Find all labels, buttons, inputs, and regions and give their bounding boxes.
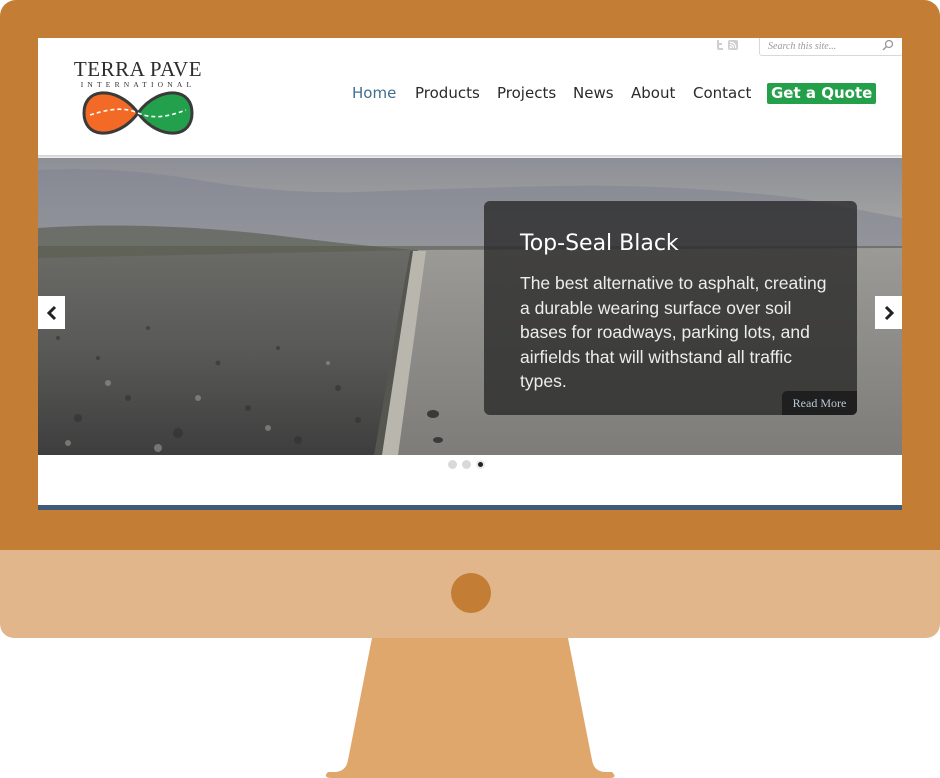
slider-next-button[interactable] xyxy=(875,296,902,329)
nav-contact[interactable]: Contact xyxy=(693,82,751,104)
slide-caption: Top-Seal Black The best alternative to a… xyxy=(484,201,857,415)
search-box xyxy=(759,38,902,56)
nav-projects[interactable]: Projects xyxy=(497,82,556,104)
chevron-left-icon xyxy=(46,305,56,320)
power-button xyxy=(451,573,491,613)
main-nav: Home Products Projects News About Contac… xyxy=(38,82,902,106)
logo-title: TERRA PAVE xyxy=(73,57,203,81)
search-icon[interactable] xyxy=(882,39,894,51)
rss-icon[interactable] xyxy=(728,40,738,50)
caption-text: The best alternative to asphalt, creatin… xyxy=(520,273,827,391)
read-more-button[interactable]: Read More xyxy=(782,391,857,415)
nav-products[interactable]: Products xyxy=(415,82,480,104)
slider-dot-1[interactable] xyxy=(448,460,457,469)
social-icons xyxy=(715,40,738,54)
slider-dot-3[interactable] xyxy=(476,460,485,469)
monitor-stand xyxy=(325,638,615,778)
nav-about[interactable]: About xyxy=(631,82,675,104)
screen-bottom-bar xyxy=(38,505,902,510)
get-a-quote-button[interactable]: Get a Quote xyxy=(767,83,877,104)
nav-news[interactable]: News xyxy=(573,82,614,104)
twitter-icon[interactable] xyxy=(715,40,725,50)
chevron-right-icon xyxy=(884,305,894,320)
search-input[interactable] xyxy=(768,39,878,53)
hero-slider: Top-Seal Black The best alternative to a… xyxy=(38,158,902,455)
caption-title: Top-Seal Black xyxy=(520,231,679,256)
nav-home[interactable]: Home xyxy=(352,82,396,104)
slider-prev-button[interactable] xyxy=(38,296,65,329)
website-screen: TERRA PAVE INTERNATIONAL Home Products xyxy=(38,38,902,510)
slider-dot-2[interactable] xyxy=(462,460,471,469)
slider-dots xyxy=(448,460,485,469)
